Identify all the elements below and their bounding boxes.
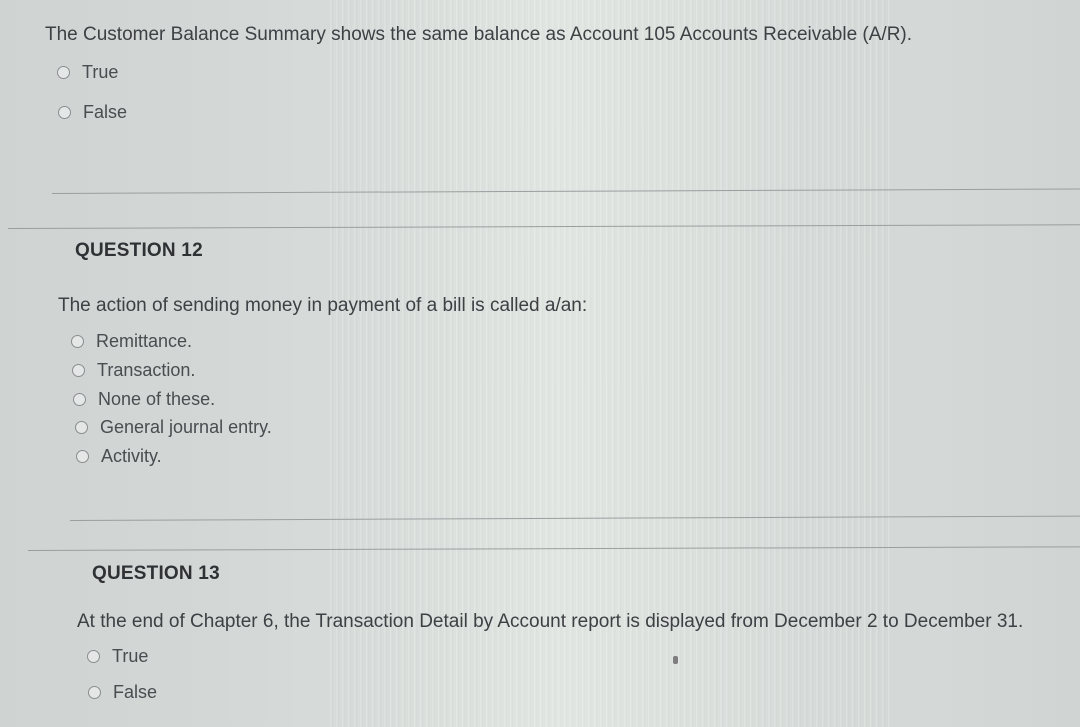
question-11-option-true[interactable]: True	[57, 62, 118, 83]
screen-smudge	[673, 656, 678, 664]
question-12-text: The action of sending money in payment o…	[58, 295, 588, 316]
radio-button[interactable]	[87, 650, 100, 663]
question-12-option-transaction[interactable]: Transaction.	[72, 360, 195, 381]
radio-button[interactable]	[76, 450, 89, 463]
question-13-option-true[interactable]: True	[87, 646, 148, 667]
option-label: None of these.	[98, 389, 216, 409]
question-11-option-false[interactable]: False	[58, 102, 127, 123]
option-label: False	[83, 102, 128, 122]
radio-button[interactable]	[72, 364, 85, 377]
question-12-option-activity[interactable]: Activity.	[76, 446, 162, 467]
radio-button[interactable]	[71, 335, 84, 348]
question-divider	[51, 188, 1080, 194]
radio-button[interactable]	[75, 421, 88, 434]
question-divider	[69, 515, 1080, 521]
option-label: True	[112, 646, 149, 666]
option-label: Remittance.	[96, 331, 193, 351]
option-label: True	[82, 62, 119, 82]
option-label: Transaction.	[97, 360, 196, 380]
question-12-option-general-journal[interactable]: General journal entry.	[75, 417, 272, 438]
question-13-option-false[interactable]: False	[88, 682, 157, 703]
radio-button[interactable]	[88, 686, 101, 699]
question-12-heading: QUESTION 12	[75, 240, 203, 261]
option-label: General journal entry.	[100, 417, 272, 437]
radio-button[interactable]	[58, 106, 71, 119]
question-11-text: The Customer Balance Summary shows the s…	[45, 24, 913, 45]
question-divider	[7, 224, 1080, 229]
question-12-option-remittance[interactable]: Remittance.	[71, 331, 192, 352]
radio-button[interactable]	[73, 393, 86, 406]
question-13-heading: QUESTION 13	[92, 563, 220, 584]
option-label: False	[113, 682, 158, 702]
question-divider	[27, 546, 1080, 551]
radio-button[interactable]	[57, 66, 70, 79]
question-12-option-none[interactable]: None of these.	[73, 389, 215, 410]
option-label: Activity.	[101, 446, 162, 466]
question-13-text: At the end of Chapter 6, the Transaction…	[77, 611, 1024, 632]
